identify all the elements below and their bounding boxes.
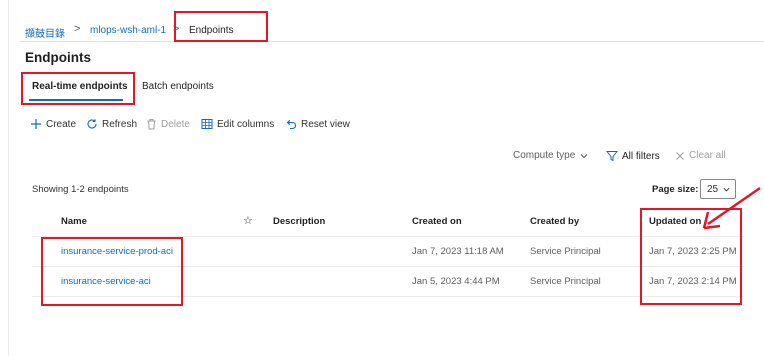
page-title: Endpoints [25, 50, 91, 65]
endpoint-created-on: Jan 5, 2023 4:44 PM [412, 276, 500, 287]
reset-view-label: Reset view [301, 118, 350, 130]
delete-button[interactable]: Delete [146, 118, 190, 130]
column-header-created-on[interactable]: Created on [412, 216, 462, 227]
chevron-down-icon [579, 151, 589, 161]
refresh-icon [86, 118, 98, 130]
reset-view-button[interactable]: Reset view [285, 118, 350, 130]
breadcrumb-item-catalog[interactable]: 擷鼓目錄 [25, 25, 65, 40]
all-filters-button[interactable]: All filters [606, 150, 660, 162]
filter-icon [606, 150, 618, 162]
results-count: Showing 1-2 endpoints [32, 184, 129, 195]
plus-icon [30, 118, 42, 130]
breadcrumb-separator-icon: > [74, 23, 81, 35]
compute-type-filter[interactable]: Compute type [513, 150, 589, 161]
create-button[interactable]: Create [30, 118, 76, 130]
left-panel-border [8, 0, 9, 356]
endpoint-created-on: Jan 7, 2023 11:18 AM [412, 246, 504, 257]
breadcrumb-divider [20, 41, 764, 42]
compute-type-label: Compute type [513, 150, 576, 161]
create-label: Create [46, 118, 77, 130]
trash-icon [146, 118, 157, 130]
highlight-box-tab [21, 72, 135, 105]
endpoint-created-by: Service Principal [530, 276, 601, 287]
edit-columns-label: Edit columns [217, 118, 275, 130]
refresh-button[interactable]: Refresh [86, 118, 137, 130]
endpoint-created-by: Service Principal [530, 246, 601, 257]
column-header-description[interactable]: Description [273, 216, 325, 227]
column-header-name[interactable]: Name [61, 216, 87, 227]
table-icon [201, 118, 213, 130]
refresh-label: Refresh [102, 118, 138, 130]
clear-all-button[interactable]: Clear all [675, 150, 726, 161]
favorite-star-icon[interactable]: ☆ [243, 214, 253, 227]
clear-all-label: Clear all [689, 150, 726, 161]
highlight-box-breadcrumb [174, 11, 268, 42]
column-header-created-by[interactable]: Created by [530, 216, 579, 227]
breadcrumb-item-workspace[interactable]: mlops-wsh-aml-1 [90, 25, 166, 36]
delete-label: Delete [161, 118, 190, 130]
undo-icon [285, 118, 297, 130]
close-icon [675, 151, 685, 161]
edit-columns-button[interactable]: Edit columns [201, 118, 274, 130]
annotation-arrow-icon [702, 186, 761, 230]
tab-batch-endpoints[interactable]: Batch endpoints [142, 81, 214, 92]
all-filters-label: All filters [622, 150, 660, 162]
highlight-box-endpoint-names [41, 237, 183, 306]
